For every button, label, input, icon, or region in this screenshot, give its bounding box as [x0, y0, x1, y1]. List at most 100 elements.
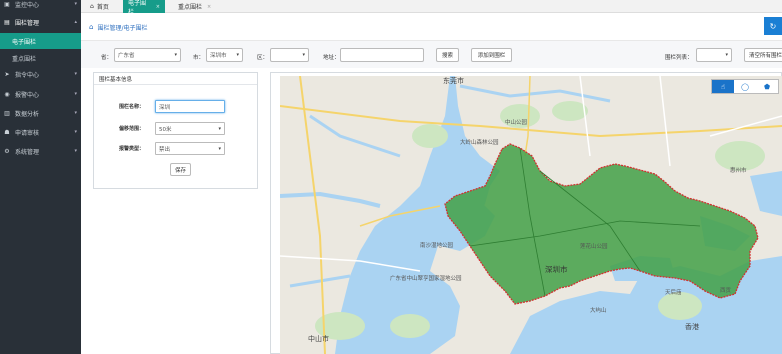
sidebar-item-command[interactable]: ➤ 指令中心 ▾ [0, 65, 81, 83]
chevron-down-icon: ▾ [74, 71, 77, 77]
deviation-select[interactable]: 50米 ▾ [155, 122, 225, 135]
district-label: 区： [257, 55, 269, 61]
sidebar-item-analysis[interactable]: ▥ 数据分析 ▾ [0, 104, 81, 122]
chevron-down-icon: ▾ [302, 52, 305, 58]
province-label: 省： [101, 55, 113, 61]
chevron-up-icon: ▴ [74, 19, 77, 25]
deviation-label: 偏移范围： [118, 126, 144, 132]
fence-list-select[interactable]: ▾ [696, 48, 732, 62]
sidebar-item-label: 指令中心 [15, 71, 40, 79]
hand-icon[interactable]: ☝ [712, 80, 734, 93]
breadcrumb: ⌂ 围栏管理/电子围栏 [81, 17, 782, 37]
sidebar-item-label: 系统管理 [15, 148, 40, 156]
tab-electronic-fence[interactable]: 电子围栏 × [123, 0, 165, 16]
chevron-down-icon: ▾ [74, 1, 77, 7]
address-input[interactable] [340, 48, 424, 62]
map-label: 深圳市 [545, 265, 568, 274]
map-label: 广东省中山翠亨国家湿地公园 [390, 276, 462, 282]
fence-info-panel: 围栏基本信息 围栏名称： 深圳 偏移范围： 50米 ▾ 报警类型： 禁出 ▾ 保… [93, 72, 258, 189]
province-select[interactable]: 广东省 ▾ [114, 48, 181, 62]
home-icon[interactable]: ⌂ [89, 23, 93, 31]
map-label: 惠州市 [730, 168, 747, 174]
map-label: 中山公园 [505, 120, 528, 126]
sidebar-item-label: 监控中心 [15, 1, 40, 9]
close-icon[interactable]: × [156, 4, 160, 10]
map-label: 南沙湿地公园 [420, 243, 454, 249]
chevron-down-icon: ▾ [74, 110, 77, 116]
sidebar-item-label: 围栏管理 [15, 19, 40, 27]
fence-name-label: 围栏名称： [118, 104, 144, 110]
city-label: 市： [193, 55, 205, 61]
sidebar-item-review[interactable]: ☗ 申请审核 ▾ [0, 123, 81, 141]
fence-icon: ▤ [4, 18, 10, 26]
tab-home[interactable]: ⌂ 首页 [85, 0, 114, 13]
monitor-icon: ▣ [4, 0, 10, 8]
sidebar-item-system[interactable]: ⚙ 系统管理 ▾ [0, 142, 81, 160]
button-label: 搜索 [441, 53, 453, 59]
map-label: 莲花山公园 [580, 244, 608, 250]
tab-label: 电子围栏 [128, 0, 147, 16]
button-label: 添加到围栏 [477, 53, 506, 59]
map-canvas [280, 76, 782, 354]
chevron-down-icon: ▾ [74, 91, 77, 97]
tab-label: 重点围栏 [178, 4, 203, 11]
chart-icon: ▥ [4, 109, 10, 117]
button-label: 清空所有围栏 [749, 53, 782, 59]
alarm-type-label: 报警类型： [118, 146, 144, 152]
map-label: 西贡 [720, 288, 732, 294]
sidebar: ▣ 监控中心 ▾ ▤ 围栏管理 ▴ 电子围栏 重点围栏 ➤ 指令中心 ▾ ◉ 报… [0, 0, 81, 354]
map-label: 东莞市 [443, 77, 464, 85]
sidebar-item-label: 申请审核 [15, 129, 40, 137]
command-icon: ➤ [4, 70, 10, 78]
tab-key-fence[interactable]: 重点围栏 × [173, 0, 216, 13]
add-to-fence-button[interactable]: 添加到围栏 [471, 48, 512, 62]
sidebar-item-label: 报警中心 [15, 91, 40, 99]
tab-label: 首页 [96, 4, 109, 11]
map[interactable]: 东莞市 深圳市 中山市 香港 中山公园 大岭山森林公园 莲花山公园 惠州市 南沙… [280, 76, 782, 354]
panel-title: 围栏基本信息 [94, 73, 257, 85]
settings-icon: ⚙ [4, 147, 10, 155]
save-button[interactable]: 保存 [170, 163, 191, 176]
alarm-type-select[interactable]: 禁出 ▾ [155, 142, 225, 155]
map-label: 大岭山森林公园 [460, 140, 499, 146]
chevron-down-icon: ▾ [174, 52, 177, 58]
refresh-icon: ↻ [769, 21, 777, 31]
review-icon: ☗ [4, 128, 10, 136]
search-button[interactable]: 搜索 [436, 48, 459, 62]
sidebar-subitem-key-fence[interactable]: 重点围栏 [0, 50, 81, 66]
sidebar-item-alarm[interactable]: ◉ 报警中心 ▾ [0, 85, 81, 103]
chevron-down-icon: ▾ [74, 129, 77, 135]
sidebar-subitem-label: 重点围栏 [12, 55, 37, 63]
map-label: 大屿山 [590, 308, 607, 314]
circle-icon[interactable]: ◯ [734, 80, 756, 93]
district-select[interactable]: ▾ [270, 48, 309, 62]
city-value: 深圳市 [210, 53, 227, 59]
alarm-type-value: 禁出 [159, 146, 171, 153]
close-icon[interactable]: × [207, 4, 211, 10]
chevron-down-icon: ▾ [218, 125, 221, 132]
tab-bar: ⌂ 首页 电子围栏 × 重点围栏 × [81, 0, 782, 16]
chevron-down-icon: ▾ [74, 148, 77, 154]
deviation-value: 50米 [159, 126, 172, 133]
fence-name-value: 深圳 [159, 104, 171, 111]
address-label: 地址： [323, 55, 340, 61]
button-label: 保存 [174, 167, 186, 174]
refresh-button[interactable]: ↻ [764, 17, 782, 35]
sidebar-item-monitor[interactable]: ▣ 监控中心 ▾ [0, 0, 81, 13]
sidebar-item-fence[interactable]: ▤ 围栏管理 ▴ [0, 13, 81, 31]
polygon-icon[interactable]: ⬟ [756, 80, 778, 93]
sidebar-item-label: 数据分析 [15, 110, 40, 118]
chevron-down-icon: ▾ [725, 52, 728, 58]
fence-name-input[interactable]: 深圳 [155, 100, 225, 113]
map-label: 天后庙 [665, 290, 682, 296]
clear-all-fences-button[interactable]: 清空所有围栏 [744, 48, 782, 62]
breadcrumb-text: 围栏管理/电子围栏 [97, 24, 148, 32]
chevron-down-icon: ▾ [236, 52, 239, 58]
map-draw-toolbar: ☝ ◯ ⬟ [711, 79, 779, 94]
alarm-icon: ◉ [4, 90, 10, 98]
filter-bar: 省： 广东省 ▾ 市： 深圳市 ▾ 区： ▾ 地址： 搜索 添加到围栏 围栏列表… [81, 40, 782, 68]
map-label: 中山市 [308, 335, 329, 343]
city-select[interactable]: 深圳市 ▾ [206, 48, 243, 62]
sidebar-subitem-electronic-fence[interactable]: 电子围栏 [0, 33, 81, 49]
fence-list-label: 围栏列表： [665, 55, 693, 61]
